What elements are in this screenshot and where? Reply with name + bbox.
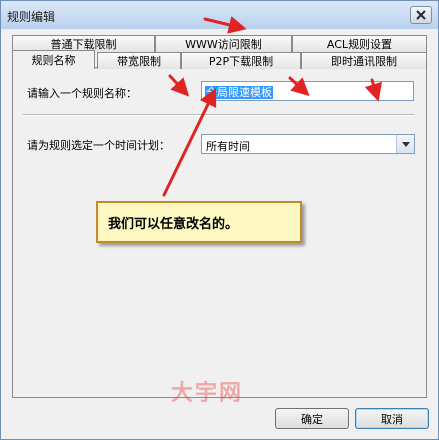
ok-button[interactable]: 确定 [275, 408, 349, 429]
tab-label: ACL规则设置 [326, 38, 393, 51]
tab-rule-name[interactable]: 规则名称 [12, 50, 95, 69]
tab-label: 带宽限制 [117, 55, 161, 68]
tab-im-limit[interactable]: 即时通讯限制 [301, 52, 427, 69]
separator [23, 114, 415, 116]
schedule-value: 所有时间 [206, 140, 250, 153]
tab-www-access[interactable]: WWW访问限制 [155, 35, 292, 52]
watermark: 大宇网 [171, 381, 244, 406]
rule-name-value: 全局限速模板 [205, 86, 273, 99]
ok-label: 确定 [301, 412, 323, 426]
window-title: 规则编辑 [7, 10, 56, 24]
close-button[interactable] [410, 6, 432, 24]
tab-acl-rules[interactable]: ACL规则设置 [292, 35, 427, 52]
rule-name-input[interactable]: 全局限速模板 [201, 81, 414, 101]
chevron-down-icon [401, 141, 410, 147]
schedule-label: 请为规则选定一个时间计划： [27, 139, 170, 152]
tab-label: WWW访问限制 [185, 38, 262, 51]
cancel-button[interactable]: 取消 [355, 408, 429, 429]
rule-name-label: 请输入一个规则名称： [27, 87, 137, 100]
callout-text: 我们可以任意改名的。 [108, 216, 239, 232]
dialog-client: 普通下载限制 WWW访问限制 ACL规则设置 规则名称 带宽限制 P2P下载限制… [5, 29, 434, 434]
tab-label: P2P下载限制 [208, 55, 274, 68]
tab-label: 即时通讯限制 [331, 55, 397, 68]
schedule-select[interactable]: 所有时间 [201, 134, 415, 154]
tab-bandwidth[interactable]: 带宽限制 [97, 52, 181, 69]
tab-p2p-download[interactable]: P2P下载限制 [181, 52, 301, 69]
annotation-callout: 我们可以任意改名的。 [96, 201, 302, 243]
close-icon [416, 10, 426, 20]
title-bar[interactable]: 规则编辑 [1, 1, 438, 29]
cancel-label: 取消 [381, 412, 403, 426]
tab-label: 规则名称 [31, 54, 76, 67]
dialog-window: 规则编辑 普通下载限制 WWW访问限制 ACL规则设置 规则名称 带宽限制 P2… [0, 0, 439, 440]
schedule-dropdown-button[interactable] [396, 135, 414, 153]
